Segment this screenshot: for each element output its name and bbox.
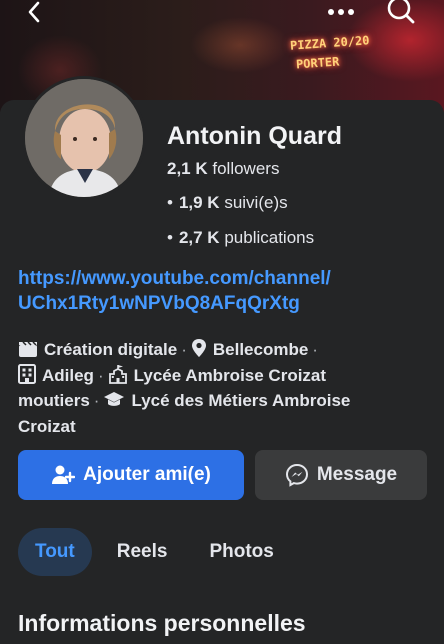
bullet: • — [167, 193, 173, 212]
search-button[interactable] — [385, 0, 417, 24]
add-friend-button[interactable]: Ajouter ami(e) — [18, 450, 244, 500]
profile-name: Antonin Quard — [167, 122, 342, 150]
followers-count: 2,1 K — [167, 159, 208, 178]
avatar-portrait — [25, 79, 143, 197]
category-text: Création digitale — [44, 340, 178, 359]
workplace-text: Adileg — [42, 365, 94, 385]
chevron-left-icon — [28, 1, 40, 23]
more-dots-icon — [328, 9, 354, 15]
avatar — [25, 79, 143, 197]
separator: · — [312, 340, 318, 359]
avatar-frame[interactable] — [22, 76, 146, 200]
details-line-2: Adileg · Lycée Ambroise Croizat — [18, 363, 432, 389]
cover-neon-sign-2: PORTER — [295, 54, 340, 72]
separator: · — [97, 365, 104, 385]
followers-stat[interactable]: 2,1 K followers — [167, 159, 279, 179]
tab-all[interactable]: Tout — [18, 528, 92, 576]
posts-count: 2,7 K — [178, 228, 220, 247]
posts-stat[interactable]: • 2,7 K publications — [167, 228, 314, 248]
separator: · — [93, 391, 100, 410]
link-line-2: UChx1Rty1wNPVbQ8AFqQrXtg — [18, 293, 300, 314]
search-icon — [387, 0, 415, 24]
link-line-1: https://www.youtube.com/channel/ — [18, 268, 331, 289]
location-text: Bellecombe — [212, 340, 309, 359]
building-icon — [18, 363, 36, 384]
posts-label: publications — [224, 228, 315, 247]
separator: · — [181, 340, 187, 359]
profile-tabs: Tout Reels Photos — [18, 528, 299, 576]
school-icon — [108, 364, 127, 384]
clapperboard-icon — [19, 341, 37, 357]
section-title: Informations personnelles — [18, 610, 306, 636]
profile-website-link[interactable]: https://www.youtube.com/channel/ UChx1Rt… — [18, 266, 428, 316]
more-options-button[interactable] — [325, 0, 357, 24]
school-2-text: Lycé des Métiers Ambroise — [131, 391, 351, 410]
add-friend-label: Ajouter ami(e) — [83, 464, 211, 485]
details-line-3: moutiers · Lycé des Métiers Ambroise — [18, 388, 432, 414]
tab-reels[interactable]: Reels — [100, 528, 185, 576]
profile-details: Création digitale · Bellecombe · Adileg · L… — [18, 337, 432, 439]
top-bar — [0, 0, 444, 30]
message-button[interactable]: Message — [255, 450, 427, 500]
cover-neon-sign: PIZZA 20/20 — [289, 33, 370, 53]
followers-label: followers — [212, 159, 280, 178]
add-friend-icon — [52, 465, 76, 484]
following-label: suivi(e)s — [224, 193, 288, 212]
details-line-1: Création digitale · Bellecombe · — [18, 337, 432, 363]
back-button[interactable] — [18, 0, 50, 24]
following-count: 1,9 K — [178, 193, 220, 212]
graduation-cap-icon — [104, 392, 125, 406]
school-1-text-cont: moutiers — [18, 391, 90, 410]
tab-photos[interactable]: Photos — [192, 528, 290, 576]
bullet: • — [167, 228, 173, 247]
location-pin-icon — [191, 339, 206, 357]
details-line-4: Croizat — [18, 414, 432, 440]
school-1-text: Lycée Ambroise Croizat — [133, 365, 327, 385]
messenger-icon — [285, 463, 308, 487]
message-label: Message — [316, 464, 398, 485]
following-stat[interactable]: • 1,9 K suivi(e)s — [167, 193, 288, 213]
school-2-text-cont: Croizat — [18, 416, 76, 436]
